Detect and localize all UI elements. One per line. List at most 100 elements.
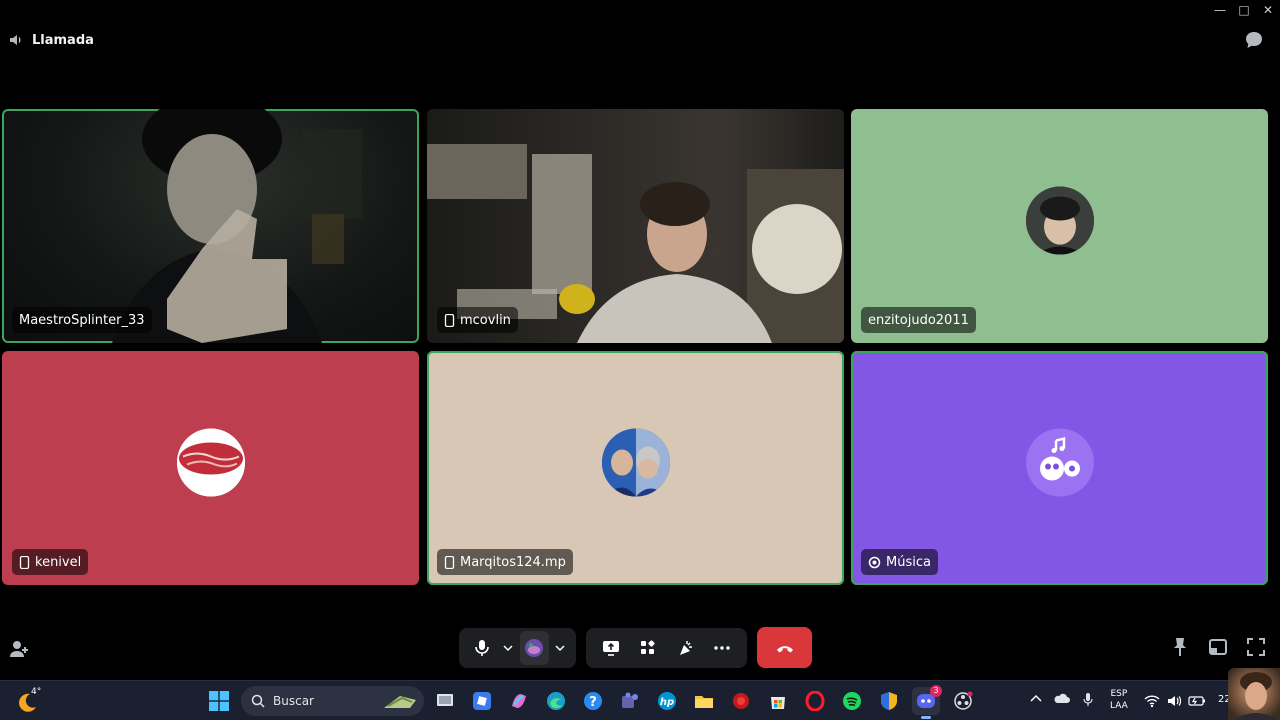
hang-up-icon: [776, 645, 793, 652]
activities-icon: [640, 640, 655, 654]
taskbar-app-red[interactable]: [727, 687, 755, 715]
minimize-button[interactable]: —: [1208, 0, 1232, 20]
app-obs-icon: [954, 691, 973, 710]
activities-button[interactable]: [631, 631, 664, 665]
taskbar-app-opera[interactable]: [801, 687, 829, 715]
soundboard-effects-button[interactable]: [669, 631, 702, 665]
self-camera-feed: [1234, 672, 1278, 720]
popout-icon[interactable]: [1208, 636, 1228, 658]
task-view-button[interactable]: [431, 687, 459, 715]
volume-icon: [1168, 696, 1182, 706]
activity-controls: [586, 628, 747, 668]
search-icon: [251, 694, 265, 708]
close-button[interactable]: ✕: [1256, 0, 1280, 20]
participant-tile-maestrosplinter[interactable]: MaestroSplinter_33: [2, 109, 419, 343]
audio-controls: [459, 628, 576, 668]
sparkle-icon: [680, 641, 693, 655]
taskbar-app-hp[interactable]: hp: [653, 687, 681, 715]
mobile-phone-icon: [444, 555, 455, 569]
view-tools: [1170, 636, 1266, 658]
svg-text:?: ?: [589, 695, 597, 710]
taskbar-app-copilot[interactable]: [505, 687, 533, 715]
chevron-up-icon[interactable]: [1028, 691, 1044, 707]
pin-icon[interactable]: [1170, 636, 1190, 658]
taskbar-search[interactable]: Buscar: [241, 686, 424, 716]
chevron-down-icon: [555, 645, 565, 652]
avatar: [1025, 428, 1094, 497]
disconnect-button[interactable]: [757, 627, 812, 668]
participant-tile-marqitos[interactable]: Marqitos124.mp: [427, 351, 844, 585]
app-store-icon: [771, 697, 785, 709]
soundboard-button[interactable]: [519, 631, 549, 665]
participant-tile-musica[interactable]: Música: [851, 351, 1268, 585]
taskbar-app-help[interactable]: ?: [579, 687, 607, 715]
weather-widget[interactable]: 4°: [16, 687, 46, 715]
app-edge-icon: [547, 692, 565, 710]
chat-bubble-icon[interactable]: [1244, 30, 1264, 50]
participant-name: enzitojudo2011: [868, 312, 969, 328]
participant-name-tag: mcovlin: [437, 307, 518, 333]
app-opera-icon: [805, 691, 825, 711]
soundboard-options-button[interactable]: [553, 631, 568, 665]
keyboard-layout: LAA: [1110, 701, 1128, 711]
self-camera-preview[interactable]: [1228, 668, 1280, 720]
maximize-button[interactable]: □: [1232, 0, 1256, 20]
taskbar-app-obs[interactable]: [949, 687, 977, 715]
share-screen-button[interactable]: [594, 631, 627, 665]
taskbar-app-discord[interactable]: 3: [912, 685, 942, 719]
avatar: [176, 428, 245, 497]
taskbar-app-explorer[interactable]: [690, 687, 718, 715]
taskbar-app-teams[interactable]: [616, 687, 644, 715]
onedrive-cloud-icon[interactable]: [1054, 691, 1070, 707]
mobile-phone-icon: [444, 313, 455, 327]
ellipsis-icon: [714, 646, 731, 650]
call-title: Llamada: [32, 32, 94, 48]
battery-icon: [1188, 696, 1205, 706]
search-highlight-icon: [384, 696, 416, 708]
app-red-circle-icon: [733, 693, 749, 709]
participant-name: mcovlin: [460, 312, 511, 328]
taskbar: 4° Buscar ? hp 3 ESP LAA 22/: [0, 680, 1280, 720]
more-options-button[interactable]: [706, 631, 739, 665]
app-hp-icon: hp: [658, 692, 676, 710]
participant-name-tag: kenivel: [12, 549, 89, 575]
windows-start-icon[interactable]: [209, 691, 229, 711]
speaker-icon: [10, 35, 21, 45]
participant-name-tag: enzitojudo2011: [861, 307, 976, 333]
svg-text:hp: hp: [660, 697, 674, 708]
bot-app-icon: [868, 556, 881, 568]
microphone-button[interactable]: [467, 631, 496, 665]
wifi-icon: [1144, 695, 1160, 708]
fullscreen-icon[interactable]: [1246, 636, 1266, 658]
taskbar-app-store[interactable]: [764, 687, 792, 715]
app-help-icon: ?: [584, 692, 602, 710]
participant-tile-kenivel[interactable]: kenivel: [2, 351, 419, 585]
participant-name-tag: Marqitos124.mp: [437, 549, 573, 575]
microphone-tray-icon[interactable]: [1080, 691, 1096, 707]
input-language[interactable]: ESP LAA: [1110, 688, 1128, 712]
task-view-icon: [437, 694, 453, 706]
participant-name: kenivel: [35, 554, 82, 570]
taskbar-app-roblox[interactable]: [468, 687, 496, 715]
app-roblox-icon: [473, 692, 491, 710]
app-copilot-icon: [512, 694, 526, 708]
invite-people-icon[interactable]: [8, 638, 30, 660]
mobile-phone-icon: [19, 555, 30, 569]
notification-badge: 3: [930, 685, 942, 697]
system-status[interactable]: [1144, 693, 1206, 709]
microphone-options-button[interactable]: [500, 631, 515, 665]
avatar: [1025, 186, 1094, 255]
taskbar-apps: ? hp 3: [431, 685, 977, 719]
participant-name: Marqitos124.mp: [460, 554, 566, 570]
search-placeholder: Buscar: [273, 694, 314, 708]
taskbar-app-spotify[interactable]: [838, 687, 866, 715]
taskbar-app-edge[interactable]: [542, 687, 570, 715]
participant-name: Música: [886, 554, 931, 570]
weather-temperature: 4°: [31, 687, 42, 697]
taskbar-app-security[interactable]: [875, 687, 903, 715]
participant-tile-enzitojudo[interactable]: enzitojudo2011: [851, 109, 1268, 343]
avatar: [601, 428, 670, 497]
microphone-icon: [474, 640, 489, 656]
participant-tile-mcovlin[interactable]: mcovlin: [427, 109, 844, 343]
app-teams-icon: [622, 692, 638, 708]
